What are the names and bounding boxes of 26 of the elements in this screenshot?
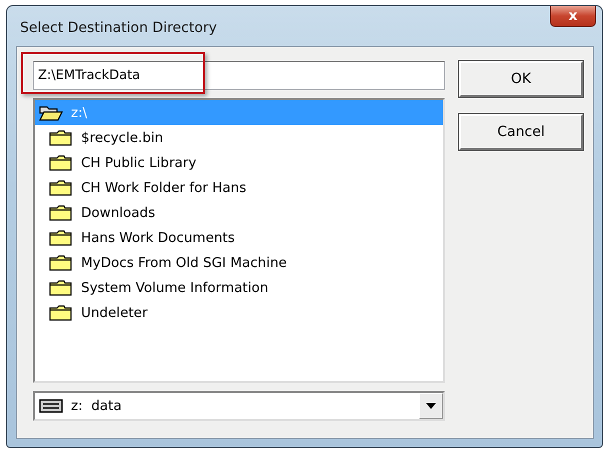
folder-icon xyxy=(49,128,73,146)
folder-item[interactable]: CH Public Library xyxy=(35,150,443,175)
path-field[interactable]: Z:\EMTrackData xyxy=(33,61,445,90)
folder-icon xyxy=(49,278,73,296)
drive-icon xyxy=(39,399,63,413)
folder-item[interactable]: CH Work Folder for Hans xyxy=(35,175,443,200)
folder-icon xyxy=(49,154,73,172)
caret-icon xyxy=(426,403,436,409)
drive-select[interactable]: z: data xyxy=(33,391,445,421)
folder-item[interactable]: MyDocs From Old SGI Machine xyxy=(35,250,443,275)
folder-icon xyxy=(49,204,73,222)
dropdown-button[interactable] xyxy=(419,393,443,419)
folder-item[interactable]: Downloads xyxy=(35,200,443,225)
folder-icon xyxy=(49,228,73,246)
window-title: Select Destination Directory xyxy=(20,20,217,36)
open-folder-icon xyxy=(39,104,63,122)
folder-icon xyxy=(49,178,73,196)
folder-item[interactable]: System Volume Information xyxy=(35,275,443,300)
folder-icon xyxy=(49,304,73,322)
folder-item[interactable]: Hans Work Documents xyxy=(35,225,443,250)
folder-item[interactable]: Undeleter xyxy=(35,300,443,325)
folder-item[interactable]: $recycle.bin xyxy=(35,125,443,150)
folder-icon xyxy=(49,254,73,272)
close-button[interactable]: x xyxy=(550,6,596,27)
ok-button[interactable]: OK xyxy=(459,61,583,97)
cancel-button[interactable]: Cancel xyxy=(459,114,583,150)
